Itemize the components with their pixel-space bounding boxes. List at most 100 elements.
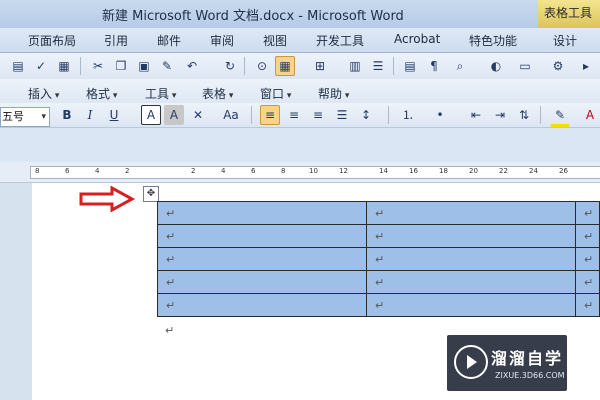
sort-icon[interactable]: ⇅ xyxy=(514,105,534,125)
font-color-icon[interactable]: A xyxy=(580,105,600,125)
character-shading-button[interactable]: A xyxy=(164,105,184,125)
align-center-icon[interactable]: ≡ xyxy=(284,105,304,125)
watermark-title: 溜溜自学 xyxy=(491,349,564,368)
tab-view[interactable]: 视图 xyxy=(263,32,287,49)
tab-design[interactable]: 设计 xyxy=(553,32,577,49)
ruler-tick: 2 xyxy=(125,167,130,175)
italic-button[interactable]: I xyxy=(80,105,100,125)
window-title: 新建 Microsoft Word 文档.docx - Microsoft Wo… xyxy=(102,9,404,24)
align-left-icon[interactable]: ≡ xyxy=(260,105,280,125)
table-cell[interactable]: ↵ xyxy=(575,293,600,317)
table-cell[interactable]: ↵ xyxy=(575,224,600,248)
format-painter-icon[interactable]: ✎ xyxy=(157,56,177,76)
title-bar: 新建 Microsoft Word 文档.docx - Microsoft Wo… xyxy=(0,0,600,28)
toolbar-separator xyxy=(251,106,252,124)
menu-help[interactable]: 帮助 xyxy=(318,85,349,102)
menu-format[interactable]: 格式 xyxy=(86,85,117,102)
decrease-indent-icon[interactable]: ⇤ xyxy=(466,105,486,125)
tables-borders-icon[interactable]: ▦ xyxy=(275,56,295,76)
ruler-tick: 2 xyxy=(191,167,196,175)
undo-icon[interactable]: ↶ xyxy=(182,56,202,76)
ruler-tick: 8 xyxy=(281,167,286,175)
copy-icon[interactable]: ❐ xyxy=(111,56,131,76)
formatting-toolbar: 五号 B I U A A ✕ Aa ≡ ≡ ≡ ☰ ↕ ⒈ • ⇤ ⇥ ⇅ ✎ … xyxy=(0,103,600,127)
show-hide-icon[interactable]: ¶ xyxy=(424,56,444,76)
table-cell[interactable]: ↵ xyxy=(157,270,367,294)
horizontal-ruler[interactable]: 8 6 4 2 2 4 6 8 10 12 14 16 18 20 22 24 … xyxy=(0,162,600,183)
ruler-tick: 14 xyxy=(379,167,388,175)
permission-icon[interactable]: ▦ xyxy=(54,56,74,76)
menu-table[interactable]: 表格 xyxy=(202,85,233,102)
align-right-icon[interactable]: ≡ xyxy=(308,105,328,125)
table-cell[interactable]: ↵ xyxy=(575,247,600,271)
table-cell[interactable]: ↵ xyxy=(575,270,600,294)
character-border-button[interactable]: A xyxy=(141,105,161,125)
watermark-url: ZIXUE.3D66.COM xyxy=(495,371,565,380)
increase-indent-icon[interactable]: ⇥ xyxy=(490,105,510,125)
table-cell[interactable]: ↵ xyxy=(366,247,576,271)
tab-mailings[interactable]: 邮件 xyxy=(157,32,181,49)
ruler-tick: 26 xyxy=(559,167,568,175)
tab-acrobat[interactable]: Acrobat xyxy=(394,32,440,46)
drawing-icon[interactable]: ☰ xyxy=(368,56,388,76)
table-cell[interactable]: ↵ xyxy=(366,270,576,294)
tab-page-layout[interactable]: 页面布局 xyxy=(28,32,76,49)
justify-icon[interactable]: ☰ xyxy=(332,105,352,125)
selected-table[interactable]: ↵ ↵ ↵ ↵ ↵ ↵ ↵ ↵ ↵ ↵ ↵ ↵ ↵ ↵ ↵ xyxy=(157,201,600,317)
tab-special-features[interactable]: 特色功能 xyxy=(469,32,517,49)
underline-button[interactable]: U xyxy=(104,105,124,125)
paste-icon[interactable]: ▣ xyxy=(134,56,154,76)
ruler-tick: 6 xyxy=(251,167,256,175)
table-cell[interactable]: ↵ xyxy=(575,201,600,225)
table-row: ↵ ↵ ↵ xyxy=(157,247,600,271)
ruler-tick: 12 xyxy=(339,167,348,175)
bold-button[interactable]: B xyxy=(57,105,77,125)
hyperlink-icon[interactable]: ⊙ xyxy=(252,56,272,76)
paragraph-mark[interactable]: ↵ xyxy=(165,324,174,337)
ruler-tick: 24 xyxy=(529,167,538,175)
tab-developer[interactable]: 开发工具 xyxy=(316,32,364,49)
menu-insert[interactable]: 插入 xyxy=(28,85,59,102)
research-icon[interactable]: ▤ xyxy=(8,56,28,76)
table-cell[interactable]: ↵ xyxy=(157,224,367,248)
bullets-icon[interactable]: • xyxy=(430,105,450,125)
table-cell[interactable]: ↵ xyxy=(366,201,576,225)
menu-bar: 插入 格式 工具 表格 窗口 帮助 xyxy=(0,79,600,105)
table-row: ↵ ↵ ↵ xyxy=(157,224,600,248)
tab-references[interactable]: 引用 xyxy=(104,32,128,49)
redo-icon[interactable]: ↻ xyxy=(220,56,240,76)
spelling-icon[interactable]: ✓ xyxy=(31,56,51,76)
folder-icon[interactable]: ▭ xyxy=(515,56,535,76)
insert-table-icon[interactable]: ⊞ xyxy=(310,56,330,76)
tools-icon[interactable]: ⚙ xyxy=(548,56,568,76)
table-row: ↵ ↵ ↵ xyxy=(157,201,600,225)
zoom-icon[interactable]: ⌕ xyxy=(450,56,470,76)
ruler-tick: 4 xyxy=(95,167,100,175)
document-map-icon[interactable]: ▤ xyxy=(400,56,420,76)
toolbar-separator xyxy=(244,57,245,75)
table-cell[interactable]: ↵ xyxy=(157,293,367,317)
character-scale-icon[interactable]: ✕ xyxy=(188,105,208,125)
highlight-icon[interactable]: ✎ xyxy=(550,105,570,127)
play-logo-icon xyxy=(454,345,488,379)
line-spacing-icon[interactable]: ↕ xyxy=(356,105,376,125)
table-move-handle-icon[interactable]: ✥ xyxy=(143,186,159,202)
options-icon[interactable]: ▸ xyxy=(576,56,596,76)
table-cell[interactable]: ↵ xyxy=(366,224,576,248)
change-case-button[interactable]: Aa xyxy=(218,105,244,125)
ribbon-blank-area xyxy=(0,127,600,163)
tab-review[interactable]: 审阅 xyxy=(210,32,234,49)
table-cell[interactable]: ↵ xyxy=(157,247,367,271)
table-cell[interactable]: ↵ xyxy=(157,201,367,225)
columns-icon[interactable]: ▥ xyxy=(345,56,365,76)
menu-window[interactable]: 窗口 xyxy=(260,85,291,102)
menu-tools[interactable]: 工具 xyxy=(145,85,176,102)
numbering-icon[interactable]: ⒈ xyxy=(398,105,418,125)
table-cell[interactable]: ↵ xyxy=(366,293,576,317)
toolbar-separator xyxy=(540,106,541,124)
cut-icon[interactable]: ✂ xyxy=(88,56,108,76)
table-tools-context-tab[interactable]: 表格工具 xyxy=(538,0,600,28)
read-icon[interactable]: ◐ xyxy=(486,56,506,76)
font-size-select[interactable]: 五号 xyxy=(0,107,50,127)
ruler-tick: 20 xyxy=(469,167,478,175)
